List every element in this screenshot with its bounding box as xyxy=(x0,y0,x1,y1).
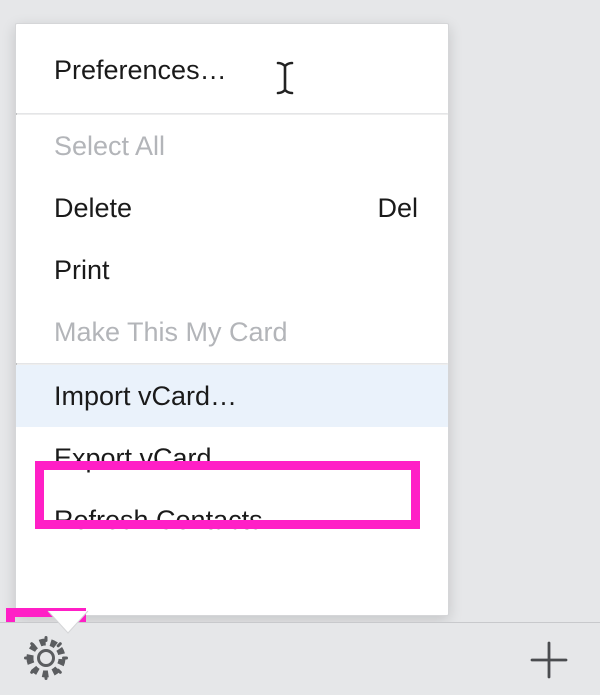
add-button[interactable] xyxy=(522,633,576,687)
menu-item-label: Export vCard… xyxy=(54,427,239,489)
settings-button[interactable] xyxy=(18,630,74,686)
menu-item-label: Print xyxy=(54,239,110,301)
menu-item-select-all: Select All xyxy=(16,115,448,177)
menu-item-print[interactable]: Print xyxy=(16,239,448,301)
menu-item-import-vcard[interactable]: Import vCard… xyxy=(16,365,448,427)
menu-item-preferences[interactable]: Preferences… xyxy=(16,40,448,100)
menu-item-refresh-contacts[interactable]: Refresh Contacts xyxy=(16,489,448,551)
menu-item-label: Make This My Card xyxy=(54,301,288,363)
footer-bar xyxy=(0,622,600,695)
gear-icon xyxy=(24,636,68,680)
menu-item-label: Select All xyxy=(54,115,165,177)
menu-item-export-vcard[interactable]: Export vCard… xyxy=(16,427,448,489)
menu-item-label: Preferences… xyxy=(54,40,227,100)
menu-item-make-my-card: Make This My Card xyxy=(16,301,448,363)
menu-item-label: Import vCard… xyxy=(54,365,237,427)
menu-item-shortcut: Del xyxy=(377,177,418,239)
settings-menu-popup: Preferences… Select All Delete Del Print… xyxy=(15,23,449,616)
menu-item-label: Delete xyxy=(54,177,132,239)
plus-icon xyxy=(529,640,569,680)
menu-item-label: Refresh Contacts xyxy=(54,489,263,551)
menu-item-delete[interactable]: Delete Del xyxy=(16,177,448,239)
